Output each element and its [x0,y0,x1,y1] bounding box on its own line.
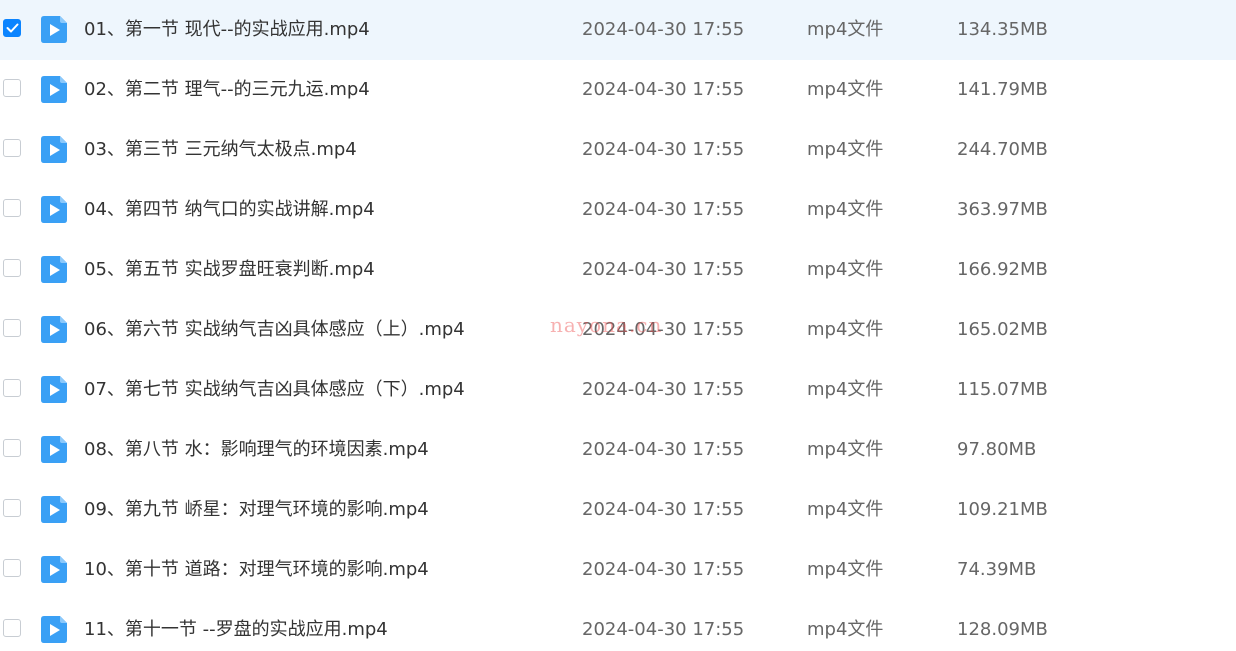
video-file-icon [41,16,67,43]
video-file-icon [41,376,67,403]
row-checkbox[interactable] [3,379,21,397]
file-size: 115.07MB [957,379,1048,400]
file-date: 2024-04-30 17:55 [582,559,745,580]
video-file-icon [41,436,67,463]
file-size: 134.35MB [957,19,1048,40]
file-row[interactable]: 11、第十一节 --罗盘的实战应用.mp4 2024-04-30 17:55 mp4… [0,600,1236,651]
file-date: 2024-04-30 17:55 [582,439,745,460]
video-file-icon [41,316,67,343]
video-file-icon [41,136,67,163]
video-file-icon [41,256,67,283]
file-row[interactable]: 09、第九节 峤星：对理气环境的影响.mp4 2024-04-30 17:55 mp… [0,480,1236,540]
file-list: 01、第一节 现代--的实战应用.mp4 2024-04-30 17:55 mp4文… [0,0,1236,651]
row-checkbox[interactable] [3,319,21,337]
file-type: mp4文件 [807,79,884,100]
file-date: 2024-04-30 17:55 [582,199,745,220]
file-date: 2024-04-30 17:55 [582,379,745,400]
file-size: 165.02MB [957,319,1048,340]
file-type: mp4文件 [807,319,884,340]
file-type: mp4文件 [807,439,884,460]
file-row[interactable]: 05、第五节 实战罗盘旺衰判断.mp4 2024-04-30 17:55 mp4文件… [0,240,1236,300]
checkmark-icon [6,23,19,33]
file-date: 2024-04-30 17:55 [582,139,745,160]
file-type: mp4文件 [807,139,884,160]
row-checkbox[interactable] [3,439,21,457]
file-name[interactable]: 10、第十节 道路：对理气环境的影响.mp4 [84,540,429,600]
file-type: mp4文件 [807,259,884,280]
file-type: mp4文件 [807,559,884,580]
row-checkbox[interactable] [3,139,21,157]
file-row[interactable]: 08、第八节 水：影响理气的环境因素.mp4 2024-04-30 17:55 mp… [0,420,1236,480]
file-row[interactable]: 10、第十节 道路：对理气环境的影响.mp4 2024-04-30 17:55 mp… [0,540,1236,600]
file-size: 74.39MB [957,559,1037,580]
row-checkbox[interactable] [3,559,21,577]
file-row[interactable]: 03、第三节 三元纳气太极点.mp4 2024-04-30 17:55 mp4文件 2… [0,120,1236,180]
file-name[interactable]: 01、第一节 现代--的实战应用.mp4 [84,0,370,60]
file-row[interactable]: 07、第七节 实战纳气吉凶具体感应（下）.mp4 2024-04-30 17:55… [0,360,1236,420]
file-name[interactable]: 02、第二节 理气--的三元九运.mp4 [84,60,370,120]
file-date: 2024-04-30 17:55 [582,79,745,100]
video-file-icon [41,556,67,583]
row-checkbox[interactable] [3,259,21,277]
file-name[interactable]: 06、第六节 实战纳气吉凶具体感应（上）.mp4 [84,300,465,360]
file-date: 2024-04-30 17:55 [582,259,745,280]
file-name[interactable]: 04、第四节 纳气口的实战讲解.mp4 [84,180,375,240]
file-name[interactable]: 09、第九节 峤星：对理气环境的影响.mp4 [84,480,429,540]
video-file-icon [41,616,67,643]
file-size: 109.21MB [957,499,1048,520]
row-checkbox[interactable] [3,199,21,217]
file-size: 166.92MB [957,259,1048,280]
row-checkbox[interactable] [3,19,21,37]
file-date: 2024-04-30 17:55 [582,619,745,640]
file-row[interactable]: 06、第六节 实战纳气吉凶具体感应（上）.mp4 2024-04-30 17:55… [0,300,1236,360]
file-size: 128.09MB [957,619,1048,640]
video-file-icon [41,196,67,223]
file-size: 363.97MB [957,199,1048,220]
file-row[interactable]: 02、第二节 理气--的三元九运.mp4 2024-04-30 17:55 mp4文… [0,60,1236,120]
file-name[interactable]: 05、第五节 实战罗盘旺衰判断.mp4 [84,240,375,300]
file-name[interactable]: 03、第三节 三元纳气太极点.mp4 [84,120,357,180]
file-row[interactable]: 01、第一节 现代--的实战应用.mp4 2024-04-30 17:55 mp4文… [0,0,1236,60]
video-file-icon [41,496,67,523]
file-date: 2024-04-30 17:55 [582,499,745,520]
file-size: 141.79MB [957,79,1048,100]
file-size: 244.70MB [957,139,1048,160]
file-date: 2024-04-30 17:55 [582,319,745,340]
row-checkbox[interactable] [3,499,21,517]
row-checkbox[interactable] [3,619,21,637]
video-file-icon [41,76,67,103]
file-type: mp4文件 [807,619,884,640]
file-date: 2024-04-30 17:55 [582,19,745,40]
file-type: mp4文件 [807,379,884,400]
row-checkbox[interactable] [3,79,21,97]
file-name[interactable]: 11、第十一节 --罗盘的实战应用.mp4 [84,600,388,651]
file-type: mp4文件 [807,199,884,220]
file-size: 97.80MB [957,439,1037,460]
file-name[interactable]: 07、第七节 实战纳气吉凶具体感应（下）.mp4 [84,360,465,420]
file-row[interactable]: 04、第四节 纳气口的实战讲解.mp4 2024-04-30 17:55 mp4文件… [0,180,1236,240]
file-type: mp4文件 [807,499,884,520]
file-name[interactable]: 08、第八节 水：影响理气的环境因素.mp4 [84,420,429,480]
file-type: mp4文件 [807,19,884,40]
